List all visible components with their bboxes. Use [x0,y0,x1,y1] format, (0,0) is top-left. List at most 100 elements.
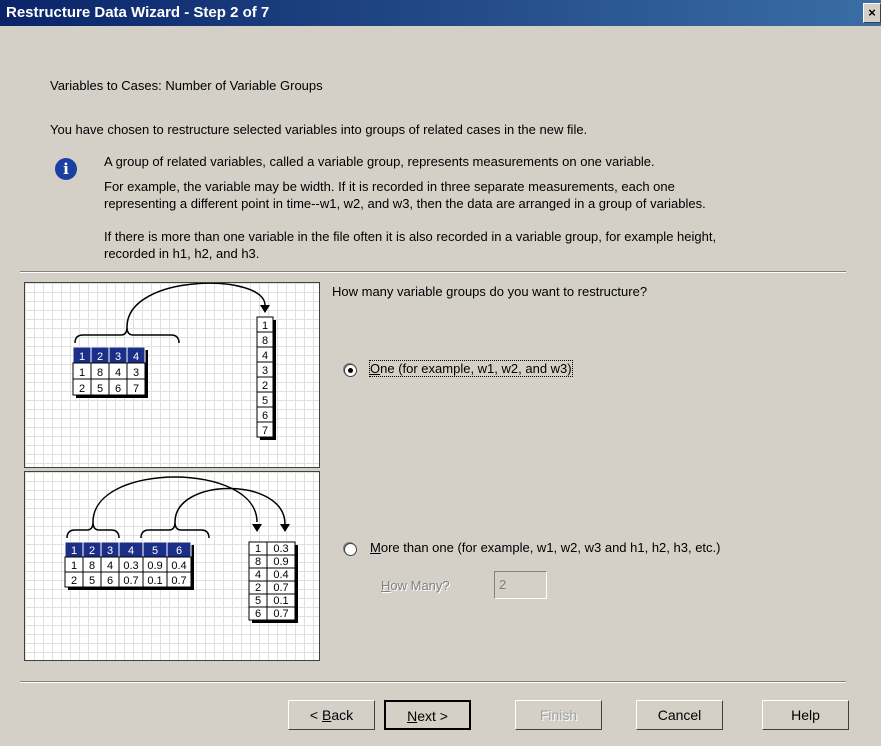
how-many-label: How Many? [381,578,450,593]
more-result-cell-text: 0.7 [273,582,288,594]
one-table-data-cell-text: 3 [133,367,139,379]
title-bar[interactable]: Restructure Data Wizard - Step 2 of 7 × [0,0,881,26]
one-result-cell-text: 6 [262,410,268,422]
more-result-cell-text: 0.3 [273,543,288,555]
one-arrow-head [260,305,270,313]
one-arrow-curve [126,283,266,328]
more-brace-2 [140,521,210,539]
one-result-cell-text: 7 [262,425,268,437]
next-accesskey: N [407,708,418,724]
more-table-data-cell-text: 0.9 [147,560,162,572]
more-table-data-cell-text: 6 [107,575,113,587]
multiple-groups-text: ore than one (for example, w1, w2, w3 an… [380,540,721,555]
help-button[interactable]: Help [762,700,849,730]
more-table-data-cell-text: 2 [71,575,77,587]
intro-text: You have chosen to restructure selected … [50,122,588,137]
one-group-diagram: 1 2 3 41 8 4 32 5 6 718432567 [72,283,276,440]
multiple-groups-diagram: 1 2 3 4 5 61 8 4 0.3 0.9 0.42 5 6 0.7 0.1 0.71 0.38 0.94 0… [64,476,298,623]
cancel-button[interactable]: Cancel [636,700,723,730]
close-button[interactable]: × [863,3,881,23]
one-result-cell-text: 2 [262,380,268,392]
one-result-cell-text: 4 [262,350,268,362]
back-text: ack [331,707,354,723]
bottom-divider [20,681,846,683]
more-table-data-cell-text: 5 [89,575,95,587]
one-brace [74,326,180,344]
back-button[interactable]: < Back [288,700,375,730]
more-result-cell-text: 0.9 [273,556,288,568]
one-table-header-cell-text: 1 [79,351,85,363]
one-table-data-cell-text: 2 [79,383,85,395]
more-arrow-head-2 [280,524,290,532]
more-table-data-cell-text: 0.1 [147,575,162,587]
multiple-groups-label[interactable]: More than one (for example, w1, w2, w3 a… [370,540,720,555]
info-icon: i [55,158,77,180]
more-result-cell-text: 6 [255,608,261,620]
back-accesskey: B [321,707,332,723]
one-table-data-cell-text: 1 [79,367,85,379]
one-table-data-cell-text: 5 [97,383,103,395]
more-table-data-cell-text: 0.7 [123,575,138,587]
more-table-header-cell-text: 6 [176,545,182,557]
one-group-accesskey: O [370,361,381,376]
more-table-header-cell-text: 2 [89,545,95,557]
more-result-cell-text: 5 [255,595,261,607]
info-line-2: For example, the variable may be width. … [104,179,675,194]
how-many-accesskey: H [381,578,391,593]
one-table-data-cell-text: 6 [115,383,121,395]
more-table-data-cell-text: 0.7 [171,575,186,587]
how-many-input[interactable]: 2 [494,571,547,599]
more-table-data-cell-text: 0.3 [123,560,138,572]
one-result-cell-text: 8 [262,335,268,347]
window-title: Restructure Data Wizard - Step 2 of 7 [6,4,270,21]
multiple-groups-accesskey: M [370,540,381,555]
finish-button[interactable]: Finish [515,700,602,730]
more-table-data-cell-text: 8 [89,560,95,572]
more-result-cell-text: 1 [255,543,261,555]
next-button[interactable]: Next > [384,700,471,730]
more-table-header-cell-text: 4 [128,545,134,557]
more-result-cell-text: 0.4 [273,569,288,581]
info-line-5: recorded in h1, h2, and h3. [104,246,260,261]
more-table-data-cell-text: 0.4 [171,560,186,572]
more-arrow-curve-1 [92,476,258,523]
section-title: Variables to Cases: Number of Variable G… [50,78,323,93]
back-prefix: < [309,707,322,723]
wizard-window: Restructure Data Wizard - Step 2 of 7 × … [0,0,881,746]
info-line-1: A group of related variables, called a v… [104,154,655,169]
next-text: ext > [417,708,448,724]
more-result-cell-text: 4 [255,569,261,581]
info-line-4: If there is more than one variable in th… [104,229,717,244]
more-table-data-cell-text: 4 [107,560,113,572]
one-table-data-cell-text: 4 [115,367,121,379]
multiple-groups-radio[interactable] [344,543,357,556]
one-table-data-cell-text: 7 [133,383,139,395]
one-result-cell-text: 5 [262,395,268,407]
more-arrow-head-1 [252,524,262,532]
more-table-header-cell-text: 3 [107,545,113,557]
illustration-one-group: 12341843256718432567 [24,282,320,468]
more-table-header-cell-text: 5 [152,545,158,557]
one-group-text: ne (for example, w1, w2, and w3) [380,361,572,376]
one-group-radio[interactable] [344,364,357,377]
one-table-header-cell-text: 2 [97,351,103,363]
how-many-text: ow Many? [390,578,450,593]
more-brace-1 [66,521,120,539]
one-result-cell-text: 3 [262,365,268,377]
more-table-header-cell-text: 1 [71,545,77,557]
one-group-label[interactable]: One (for example, w1, w2, and w3) [369,360,573,377]
one-result-cell-text: 1 [262,320,268,332]
more-result-cell-text: 8 [255,556,261,568]
one-table-header-cell-text: 3 [115,351,121,363]
top-divider [20,271,846,273]
question-label: How many variable groups do you want to … [332,284,648,299]
info-line-3: representing a different point in time--… [104,196,706,211]
more-table-data-cell-text: 1 [71,560,77,572]
more-arrow-curve-2 [174,487,286,525]
more-result-cell-text: 0.1 [273,595,288,607]
more-result-cell-text: 0.7 [273,608,288,620]
radio-selected-dot [348,368,353,373]
one-table-header-cell-text: 4 [133,351,139,363]
more-result-cell-text: 2 [255,582,261,594]
one-table-data-cell-text: 8 [97,367,103,379]
